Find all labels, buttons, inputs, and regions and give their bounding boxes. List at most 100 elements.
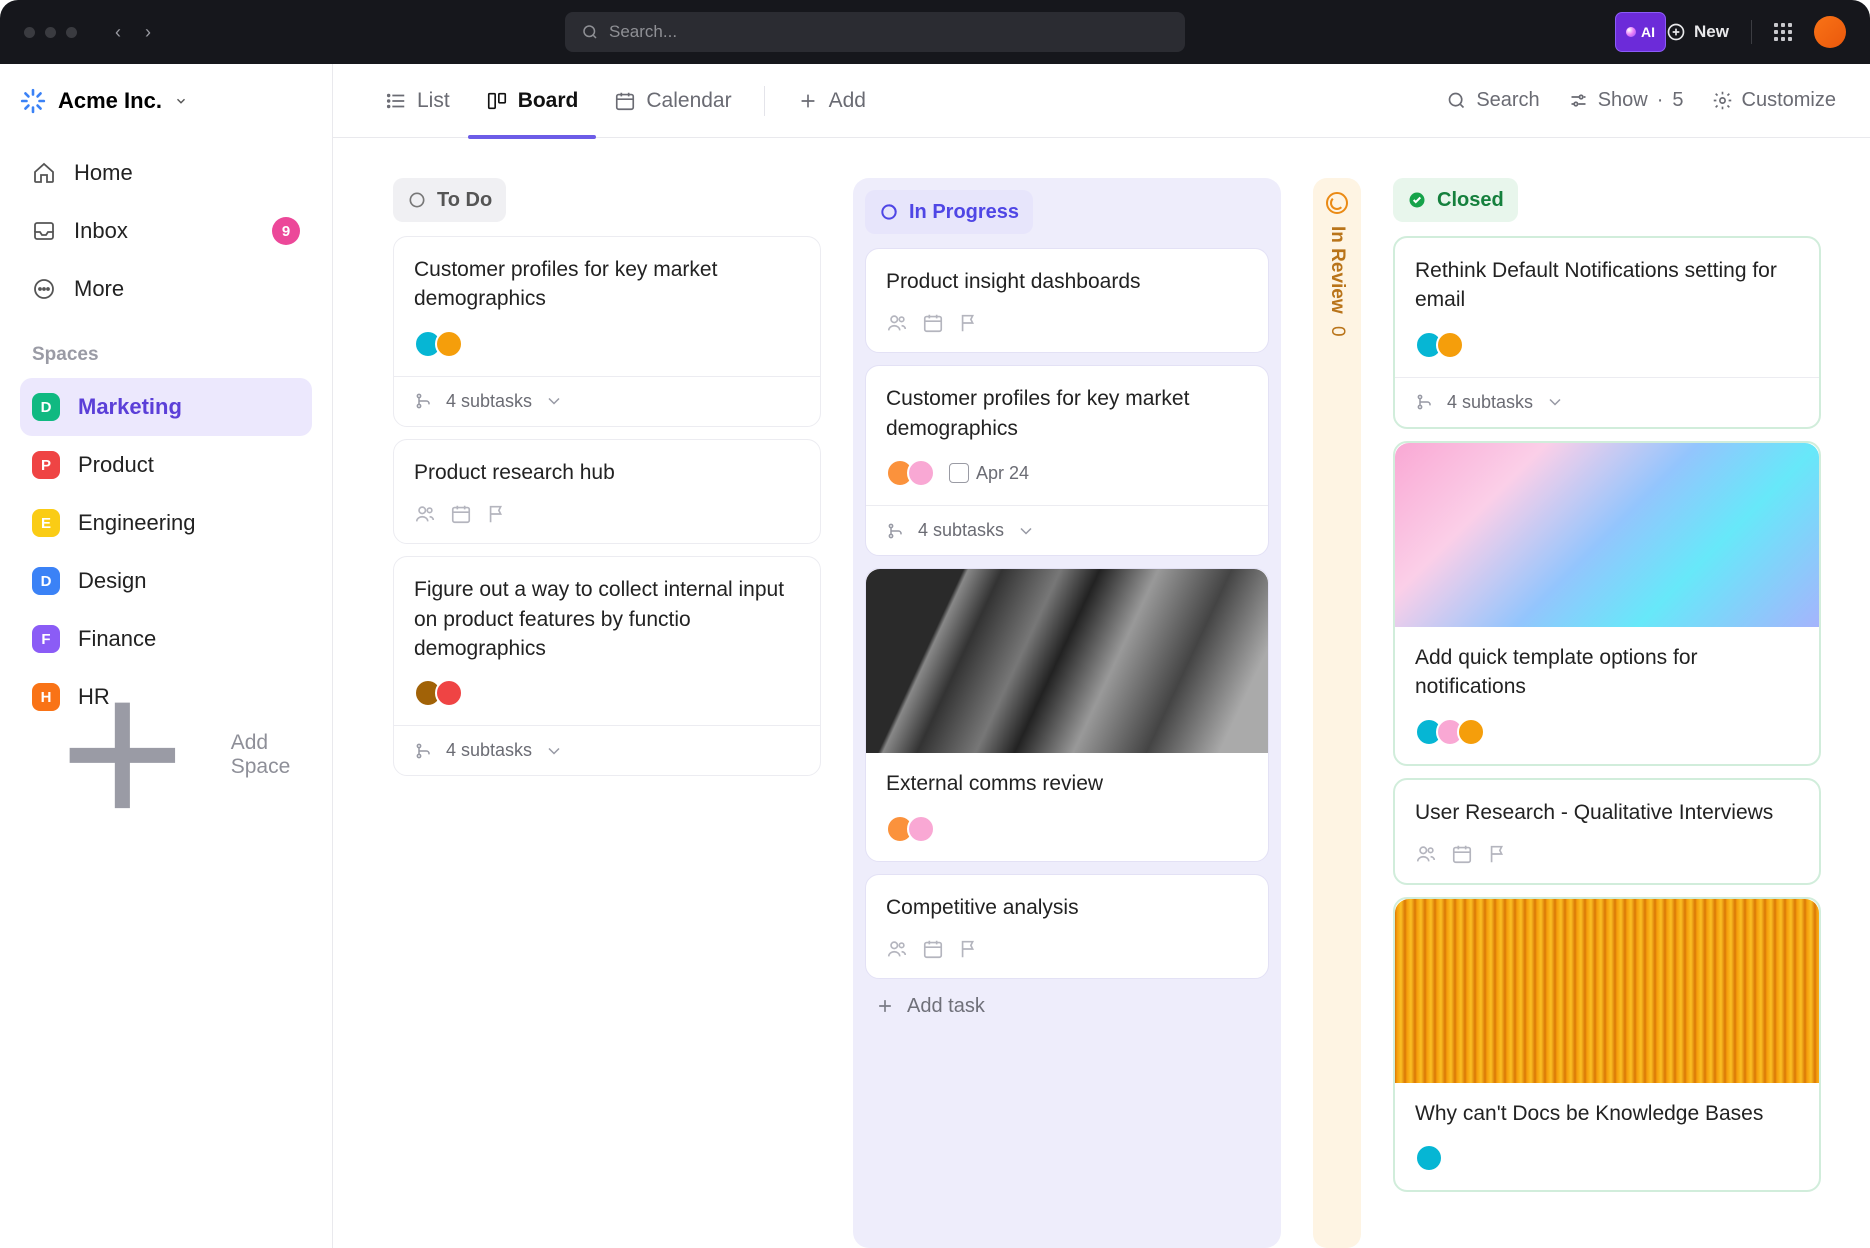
toolbar-customize[interactable]: Customize: [1712, 89, 1836, 112]
close-dot[interactable]: [24, 27, 35, 38]
tab-board[interactable]: Board: [468, 64, 597, 138]
card-title: Add quick template options for notificat…: [1415, 643, 1799, 702]
assignees[interactable]: [1415, 331, 1464, 359]
space-badge-icon: F: [32, 625, 60, 653]
sidebar-space-design[interactable]: DDesign: [20, 552, 312, 610]
date-icon[interactable]: [450, 503, 472, 525]
subtasks-icon: [414, 391, 434, 411]
new-button[interactable]: New: [1666, 22, 1729, 42]
card-title: Competitive analysis: [886, 893, 1248, 922]
subtasks-label: 4 subtasks: [446, 740, 532, 761]
sidebar-space-finance[interactable]: FFinance: [20, 610, 312, 668]
space-label: Marketing: [78, 394, 182, 420]
sidebar-space-engineering[interactable]: EEngineering: [20, 494, 312, 552]
user-avatar[interactable]: [1814, 16, 1846, 48]
date-icon[interactable]: [1451, 843, 1473, 865]
toolbar-search[interactable]: Search: [1446, 89, 1539, 112]
assignee-icon[interactable]: [886, 312, 908, 334]
new-label: New: [1694, 22, 1729, 42]
task-card[interactable]: User Research - Qualitative Interviews: [1393, 778, 1821, 885]
subtasks-row[interactable]: 4 subtasks: [394, 725, 820, 775]
home-icon: [32, 161, 56, 185]
subtasks-row[interactable]: 4 subtasks: [394, 376, 820, 426]
card-meta: [1415, 331, 1799, 359]
task-card[interactable]: Product insight dashboards: [865, 248, 1269, 353]
column-header-progress[interactable]: In Progress: [865, 190, 1033, 234]
apps-icon[interactable]: [1774, 23, 1792, 41]
flag-icon[interactable]: [1487, 843, 1509, 865]
nav-home[interactable]: Home: [20, 144, 312, 202]
tab-calendar[interactable]: Calendar: [596, 64, 749, 138]
card-meta: [886, 815, 1248, 843]
history-nav: ‹ ›: [115, 22, 151, 43]
subtasks-row[interactable]: 4 subtasks: [866, 505, 1268, 555]
due-date[interactable]: Apr 24: [949, 463, 1029, 484]
space-badge-icon: D: [32, 393, 60, 421]
spaces-heading: Spaces: [32, 344, 312, 366]
flag-icon[interactable]: [958, 938, 980, 960]
assignees[interactable]: [414, 679, 463, 707]
tab-add[interactable]: Add: [779, 64, 884, 138]
add-task-label: Add task: [907, 995, 985, 1018]
sidebar-space-product[interactable]: PProduct: [20, 436, 312, 494]
flag-icon[interactable]: [486, 503, 508, 525]
assignee-icon[interactable]: [1415, 843, 1437, 865]
card-meta: [886, 312, 1248, 334]
tab-list[interactable]: List: [367, 64, 468, 138]
plus-circle-icon: [1666, 22, 1686, 42]
task-card[interactable]: Product research hub: [393, 439, 821, 544]
assignee-icon[interactable]: [886, 938, 908, 960]
assignee-icon[interactable]: [414, 503, 436, 525]
search-placeholder: Search...: [609, 22, 677, 42]
add-task-button[interactable]: Add task: [865, 979, 1269, 1034]
space-label: Product: [78, 452, 154, 478]
toolbar-show[interactable]: Show · 5: [1568, 89, 1684, 112]
assignees[interactable]: [886, 459, 935, 487]
tab-board-label: Board: [518, 89, 579, 113]
task-card[interactable]: Customer profiles for key market demogra…: [865, 365, 1269, 556]
workspace-switcher[interactable]: Acme Inc.: [20, 64, 312, 138]
task-card[interactable]: Why can't Docs be Knowledge Bases: [1393, 897, 1821, 1192]
search-icon: [581, 23, 599, 41]
min-dot[interactable]: [45, 27, 56, 38]
back-button[interactable]: ‹: [115, 22, 121, 43]
column-header-todo[interactable]: To Do: [393, 178, 506, 222]
add-space-button[interactable]: Add Space: [20, 726, 312, 784]
column-closed-label: Closed: [1437, 189, 1504, 212]
global-search[interactable]: Search...: [565, 12, 1185, 52]
nav-inbox[interactable]: Inbox 9: [20, 202, 312, 260]
task-card[interactable]: Competitive analysis: [865, 874, 1269, 979]
card-title: Rethink Default Notifications setting fo…: [1415, 256, 1799, 315]
max-dot[interactable]: [66, 27, 77, 38]
column-header-closed[interactable]: Closed: [1393, 178, 1518, 222]
ai-button[interactable]: AI: [1615, 12, 1666, 52]
nav-inbox-label: Inbox: [74, 218, 128, 244]
avatar: [435, 330, 463, 358]
assignees[interactable]: [1415, 1144, 1443, 1172]
date-icon[interactable]: [922, 312, 944, 334]
review-label: In Review: [1326, 226, 1348, 314]
task-card[interactable]: Add quick template options for notificat…: [1393, 441, 1821, 766]
dot: ·: [1657, 89, 1664, 112]
subtasks-label: 4 subtasks: [1447, 392, 1533, 413]
assignees[interactable]: [1415, 718, 1485, 746]
flag-icon[interactable]: [958, 312, 980, 334]
calendar-icon: [949, 463, 969, 483]
task-card[interactable]: Figure out a way to collect internal inp…: [393, 556, 821, 776]
task-card[interactable]: External comms review: [865, 568, 1269, 861]
avatar: [435, 679, 463, 707]
assignees[interactable]: [414, 330, 463, 358]
avatar: [1436, 331, 1464, 359]
card-meta: [1415, 718, 1799, 746]
chrome-right: New: [1666, 16, 1846, 48]
subtasks-row[interactable]: 4 subtasks: [1395, 377, 1819, 427]
sidebar-space-marketing[interactable]: D Marketing: [20, 378, 312, 436]
card-meta: [886, 938, 1248, 960]
nav-more[interactable]: More: [20, 260, 312, 318]
assignees[interactable]: [886, 815, 935, 843]
task-card[interactable]: Rethink Default Notifications setting fo…: [1393, 236, 1821, 429]
column-review-collapsed[interactable]: In Review 0: [1313, 178, 1361, 1248]
card-title: Customer profiles for key market demogra…: [414, 255, 800, 314]
task-card[interactable]: Customer profiles for key market demogra…: [393, 236, 821, 427]
date-icon[interactable]: [922, 938, 944, 960]
